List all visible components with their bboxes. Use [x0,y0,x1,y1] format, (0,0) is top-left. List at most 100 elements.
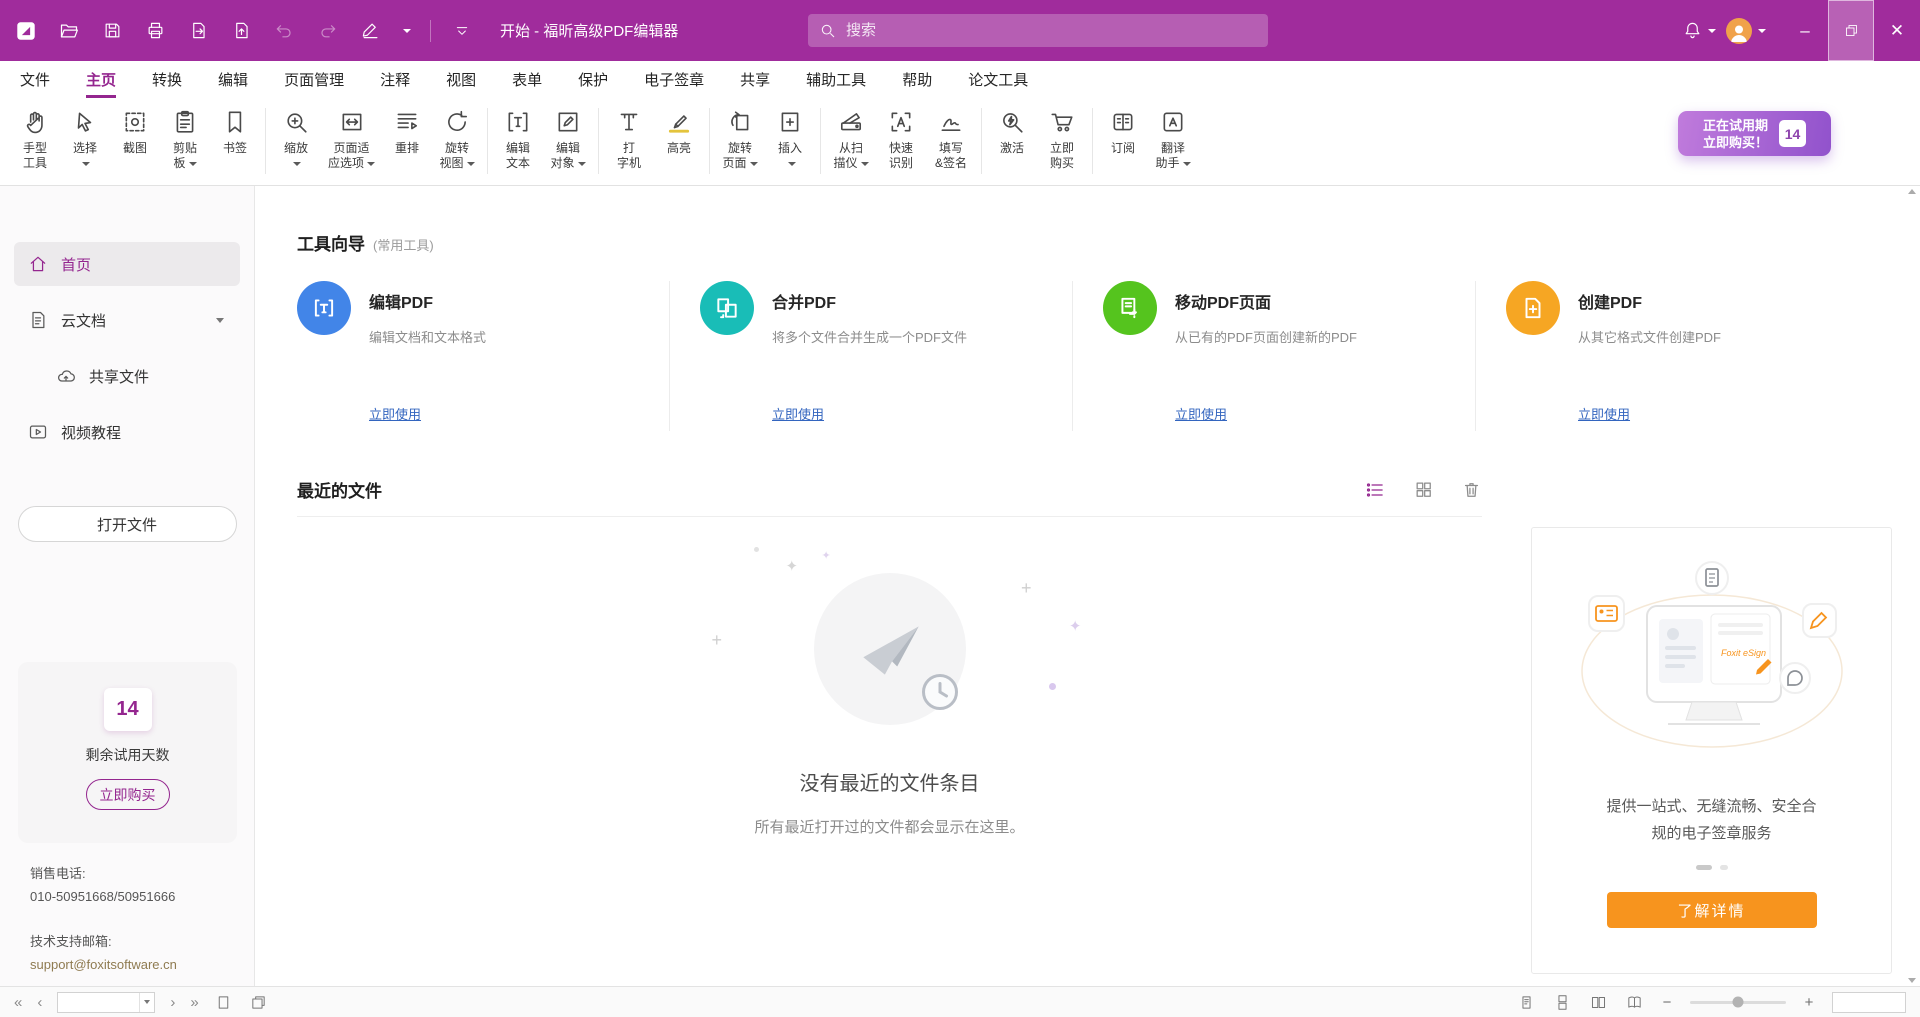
tool-card-edit-pdf[interactable]: 编辑PDF 编辑文档和文本格式 立即使用 [297,281,669,431]
clipboard-button[interactable]: 剪贴板 [160,105,210,173]
sidebar-item-cloud-docs[interactable]: 云文档 [14,298,240,342]
menu-page-organize[interactable]: 页面管理 [284,61,344,98]
continuous-scroll-layout-icon[interactable] [1552,992,1572,1012]
zoom-level-input[interactable] [1833,993,1905,1012]
fill-sign-button[interactable]: 填写&签名 [926,105,976,173]
first-page-button[interactable]: « [14,994,22,1011]
notifications-caret-icon[interactable] [1708,29,1716,33]
rotate-view-button[interactable]: 旋转视图 [432,105,482,173]
edit-object-button[interactable]: 编辑对象 [543,105,593,173]
export-document-icon[interactable] [186,19,210,43]
menu-edit[interactable]: 编辑 [218,61,248,98]
menu-accessibility[interactable]: 辅助工具 [806,61,866,98]
rotate-pages-button[interactable]: 旋转页面 [715,105,765,173]
page-number-input[interactable] [58,993,139,1012]
facing-pages-layout-icon[interactable] [1588,992,1608,1012]
tool-card-merge-pdf[interactable]: 合并PDF 将多个文件合并生成一个PDF文件 立即使用 [669,281,1072,431]
highlight-button[interactable]: 高亮 [654,105,704,158]
menu-form[interactable]: 表单 [512,61,542,98]
trial-period-badge[interactable]: 正在试用期 立即购买！ 14 [1678,111,1831,156]
save-icon[interactable] [100,19,124,43]
vertical-scrollbar[interactable] [1906,189,1918,983]
typewriter-button[interactable]: 打字机 [604,105,654,173]
chevron-down-icon[interactable] [216,318,224,323]
insert-pages-button[interactable]: 插入 [765,105,815,173]
open-file-button[interactable]: 打开文件 [18,506,237,542]
bookmark-button[interactable]: 书签 [210,105,260,158]
select-tool-button[interactable]: 选择 [60,105,110,173]
zoom-button[interactable]: 缩放 [271,105,321,173]
buy-now-pill-button[interactable]: 立即购买 [86,779,170,810]
translate-assistant-button[interactable]: 翻译助手 [1148,105,1198,173]
zoom-out-button[interactable]: − [1660,994,1674,1011]
customize-toolbar-chevron-icon[interactable] [450,19,474,43]
account-caret-icon[interactable] [1758,29,1766,33]
fit-page-options-button[interactable]: 页面适应选项 [321,105,382,173]
scroll-down-arrow-icon[interactable] [1908,978,1916,983]
user-avatar[interactable] [1726,18,1752,44]
search-box[interactable] [808,14,1268,47]
scroll-up-arrow-icon[interactable] [1908,189,1916,194]
open-file-icon[interactable] [57,19,81,43]
learn-more-button[interactable]: 了解详情 [1607,892,1817,928]
hand-tool-button[interactable]: 手型工具 [10,105,60,173]
close-button[interactable]: ✕ [1874,0,1920,61]
zoom-slider[interactable] [1690,1001,1786,1004]
reflow-button[interactable]: 重排 [382,105,432,158]
subscribe-button[interactable]: 订阅 [1098,105,1148,158]
restore-window-button[interactable] [1828,0,1874,61]
single-page-layout-icon[interactable] [1516,992,1536,1012]
signature-dropdown-caret-icon[interactable] [403,29,411,33]
single-page-view-icon[interactable] [214,992,234,1012]
print-icon[interactable] [143,19,167,43]
tool-card-create-pdf[interactable]: 创建PDF 从其它格式文件创建PDF 立即使用 [1475,281,1878,431]
signature-tool-icon[interactable] [358,19,382,43]
notifications-bell-icon[interactable] [1680,19,1704,43]
edit-text-button[interactable]: 编辑文本 [493,105,543,173]
sidebar-item-video-tutorials[interactable]: 视频教程 [14,410,240,454]
menu-file[interactable]: 文件 [20,61,50,98]
use-now-link[interactable]: 立即使用 [772,404,824,423]
menu-comment[interactable]: 注释 [380,61,410,98]
list-view-icon[interactable] [1364,479,1386,501]
undo-icon[interactable] [272,19,296,43]
zoom-slider-thumb[interactable] [1733,997,1744,1008]
previous-page-button[interactable]: ‹ [37,994,42,1011]
from-scanner-button[interactable]: 从扫描仪 [826,105,876,173]
carousel-dot-active[interactable] [1696,865,1712,870]
menu-esign[interactable]: 电子签章 [644,61,704,98]
use-now-link[interactable]: 立即使用 [1578,404,1630,423]
minimize-button[interactable]: – [1782,0,1828,61]
menu-view[interactable]: 视图 [446,61,476,98]
menu-help[interactable]: 帮助 [902,61,932,98]
menu-convert[interactable]: 转换 [152,61,182,98]
sidebar-item-shared-files[interactable]: 共享文件 [14,354,240,398]
menu-home[interactable]: 主页 [86,61,116,98]
menu-share[interactable]: 共享 [740,61,770,98]
carousel-dot[interactable] [1720,865,1728,870]
buy-now-button[interactable]: 立即购买 [1037,105,1087,173]
sidebar-item-home[interactable]: 首页 [14,242,240,286]
book-view-layout-icon[interactable] [1624,992,1644,1012]
page-dropdown-button[interactable] [139,993,154,1012]
menu-protect[interactable]: 保护 [578,61,608,98]
share-document-icon[interactable] [229,19,253,43]
page-number-box[interactable] [57,992,155,1013]
search-input[interactable] [846,22,1256,39]
snapshot-button[interactable]: 截图 [110,105,160,158]
trash-icon[interactable] [1460,479,1482,501]
menu-paper-tools[interactable]: 论文工具 [968,61,1028,98]
activate-button[interactable]: 激活 [987,105,1037,158]
grid-view-icon[interactable] [1412,479,1434,501]
use-now-link[interactable]: 立即使用 [369,404,421,423]
redo-icon[interactable] [315,19,339,43]
use-now-link[interactable]: 立即使用 [1175,404,1227,423]
next-page-button[interactable]: › [170,994,175,1011]
quick-ocr-button[interactable]: 快速识别 [876,105,926,173]
zoom-in-button[interactable]: + [1802,994,1816,1011]
support-email-link[interactable]: support@foxitsoftware.cn [30,953,177,976]
tool-card-move-pdf-pages[interactable]: 移动PDF页面 从已有的PDF页面创建新的PDF 立即使用 [1072,281,1475,431]
page-copy-view-icon[interactable] [249,992,269,1012]
last-page-button[interactable]: » [190,994,198,1011]
zoom-level-box[interactable] [1832,992,1906,1013]
